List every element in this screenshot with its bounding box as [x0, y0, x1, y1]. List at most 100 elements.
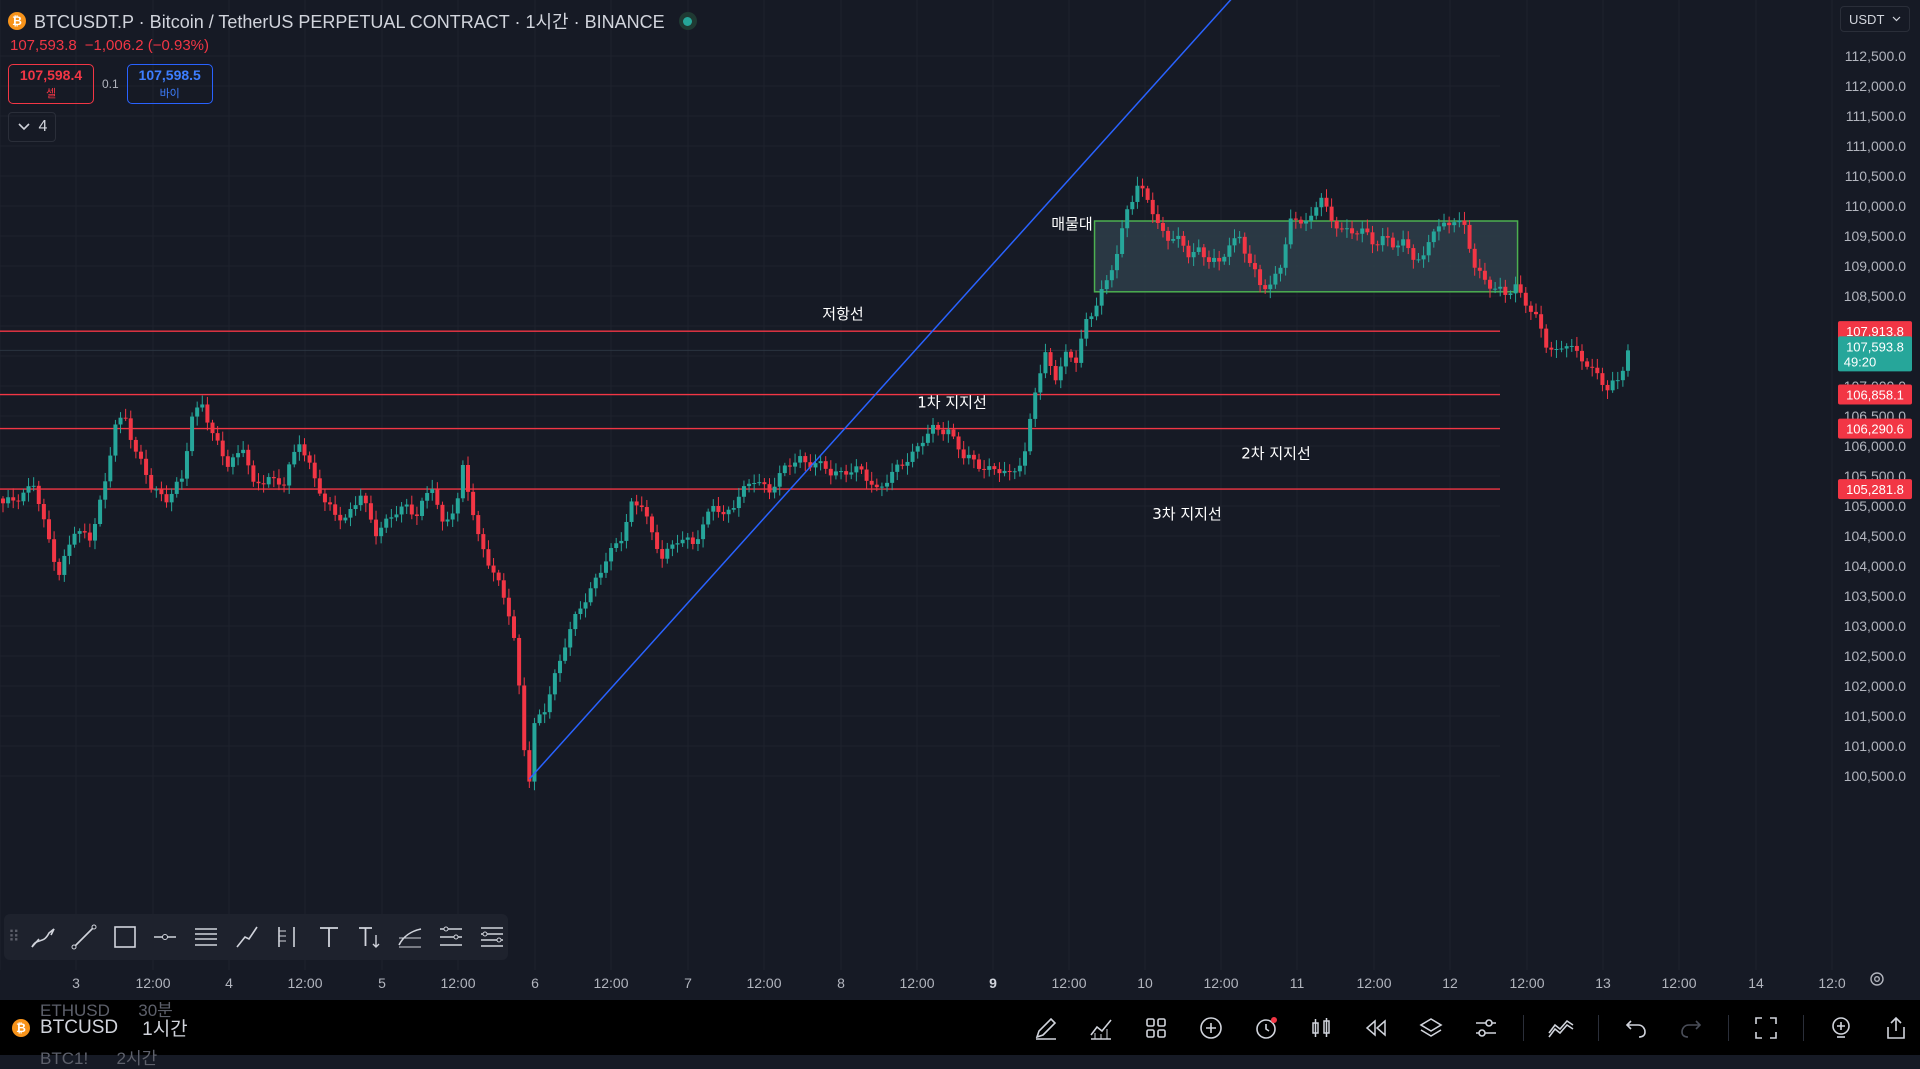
candle-body: [1386, 236, 1390, 238]
candle-body: [1263, 285, 1267, 289]
replay-icon[interactable]: [1358, 1010, 1394, 1046]
indicators-icon[interactable]: [1083, 1010, 1119, 1046]
currency-value: USDT: [1849, 12, 1884, 27]
candle-body: [1580, 351, 1584, 361]
candle-body: [1595, 368, 1599, 373]
path-icon[interactable]: [231, 920, 263, 954]
candle-body: [1212, 258, 1216, 262]
candle-body: [47, 519, 51, 539]
candle-body: [1207, 257, 1211, 262]
price-tick-label: 100,500.0: [1844, 768, 1906, 784]
candle-body: [757, 482, 761, 483]
candle-body: [159, 489, 163, 494]
currency-select[interactable]: USDT: [1840, 6, 1910, 32]
time-tick-label: 5: [378, 975, 386, 991]
candle-body: [1611, 380, 1615, 390]
level-label: 저항선: [822, 305, 863, 323]
symbol-switcher[interactable]: ₿ BTCUSD 1시간: [12, 1014, 188, 1041]
candle-body: [614, 543, 618, 548]
time-tick-label: 8: [837, 975, 845, 991]
fullscreen-icon[interactable]: [1748, 1010, 1784, 1046]
candle-body: [27, 486, 31, 492]
candles-icon[interactable]: [1303, 1010, 1339, 1046]
strategy-icon[interactable]: [1543, 1010, 1579, 1046]
multi-line-icon[interactable]: [435, 920, 467, 954]
candle-body: [793, 463, 797, 467]
market-status-icon[interactable]: [679, 12, 697, 30]
idea-icon[interactable]: [1823, 1010, 1859, 1046]
sell-price: 107,598.4: [20, 67, 82, 83]
symbol-title[interactable]: BTCUSDT.P · Bitcoin / TetherUS PERPETUAL…: [34, 8, 665, 34]
price-tick-label: 109,000.0: [1844, 258, 1906, 274]
candle-body: [108, 456, 112, 482]
parallel-channel-icon[interactable]: [190, 920, 222, 954]
candle-body: [200, 404, 204, 407]
candle-body: [1299, 220, 1303, 224]
bottom-symbol[interactable]: BTCUSD: [40, 1017, 118, 1039]
candle-body: [1151, 200, 1155, 214]
gear-icon[interactable]: [1868, 970, 1886, 988]
candle-body: [1452, 222, 1456, 225]
candle-body: [1345, 228, 1349, 229]
candle-body: [1130, 202, 1134, 209]
candle-body: [1084, 319, 1088, 339]
position-icon[interactable]: [476, 920, 508, 954]
candle-body: [149, 475, 153, 489]
undo-icon[interactable]: [1618, 1010, 1654, 1046]
candle-body: [154, 489, 158, 490]
price-chart[interactable]: 100,500.0101,000.0101,500.0102,000.0102,…: [0, 0, 1920, 1055]
candle-body: [190, 417, 194, 452]
candle-body: [931, 425, 935, 434]
buy-button[interactable]: 107,598.5 바이: [127, 64, 213, 104]
candle-body: [1013, 471, 1017, 472]
text-anchored-icon[interactable]: [354, 920, 386, 954]
candle-body: [722, 512, 726, 514]
candle-body: [113, 424, 117, 455]
candle-body: [773, 487, 777, 493]
brush-icon[interactable]: [27, 920, 59, 954]
time-tick-label: 12:00: [1356, 975, 1391, 991]
indicators-toggle-button[interactable]: 4: [8, 112, 56, 142]
regression-icon[interactable]: [394, 920, 426, 954]
trend-line-icon[interactable]: [68, 920, 100, 954]
drag-handle-icon[interactable]: ⠿: [8, 927, 18, 947]
ghost-bottom-symbol: BTC1!: [40, 1049, 88, 1068]
candle-body: [701, 524, 705, 539]
add-icon[interactable]: [1193, 1010, 1229, 1046]
candle-body: [430, 489, 434, 493]
rectangle-icon[interactable]: [109, 920, 141, 954]
chart-header: ₿ BTCUSDT.P · Bitcoin / TetherUS PERPETU…: [8, 8, 697, 34]
settings-sliders-icon[interactable]: [1468, 1010, 1504, 1046]
sell-button[interactable]: 107,598.4 셀: [8, 64, 94, 104]
bottom-tools: [1028, 1010, 1914, 1046]
text-icon[interactable]: [313, 920, 345, 954]
candle-body: [1279, 268, 1283, 274]
horizontal-ray-icon[interactable]: [149, 920, 181, 954]
time-tick-label: 11: [1290, 975, 1305, 991]
pencil-icon[interactable]: [1028, 1010, 1064, 1046]
divider: [1803, 1015, 1804, 1041]
candle-body: [1616, 380, 1620, 381]
candle-body: [630, 501, 634, 522]
fib-retracement-icon[interactable]: [272, 920, 304, 954]
layout-grid-icon[interactable]: [1138, 1010, 1174, 1046]
candle-body: [1498, 287, 1502, 289]
time-tick-label: 12:00: [287, 975, 322, 991]
bottom-interval[interactable]: 1시간: [142, 1014, 188, 1041]
candle-body: [732, 508, 736, 510]
sell-label: 셀: [46, 85, 56, 101]
time-tick-label: 6: [531, 975, 539, 991]
redo-icon[interactable]: [1673, 1010, 1709, 1046]
candle-body: [946, 429, 950, 434]
share-icon[interactable]: [1878, 1010, 1914, 1046]
candle-body: [333, 504, 337, 515]
candle-body: [568, 629, 572, 647]
candle-body: [175, 482, 179, 494]
candle-body: [604, 561, 608, 572]
alarm-icon[interactable]: [1248, 1010, 1284, 1046]
buy-label: 바이: [160, 85, 180, 101]
candle-body: [425, 493, 429, 501]
candle-body: [1360, 229, 1364, 234]
candle-body: [865, 470, 869, 481]
layers-icon[interactable]: [1413, 1010, 1449, 1046]
